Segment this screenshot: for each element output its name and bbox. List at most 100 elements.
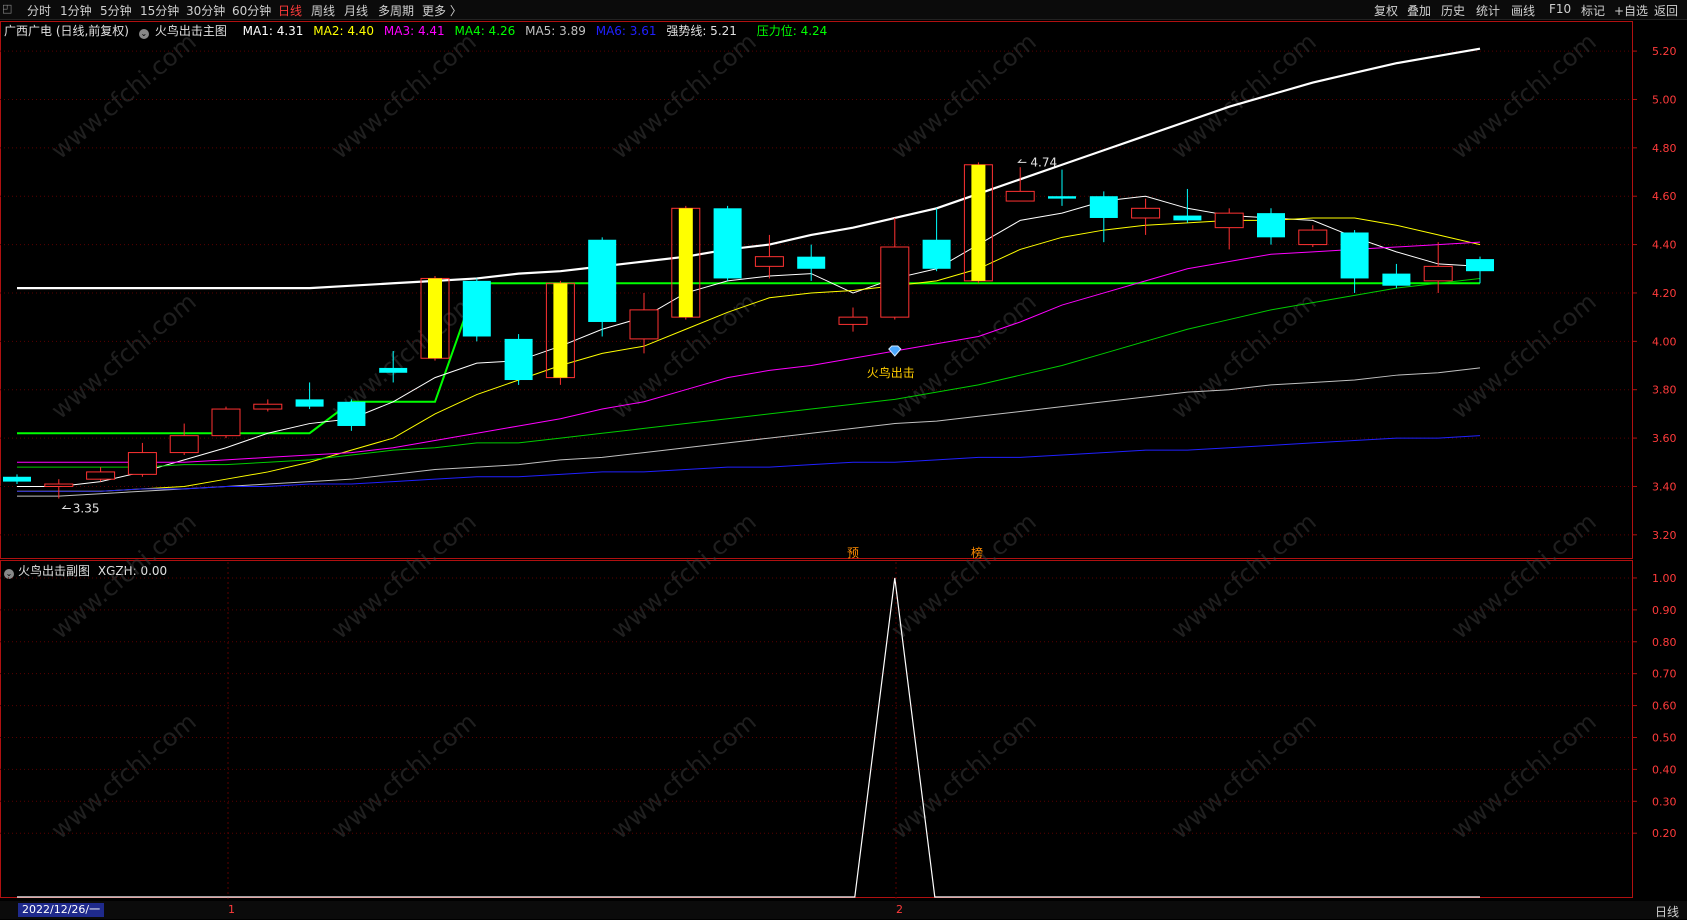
watermark-text: www.cfchi.com — [1166, 507, 1322, 644]
candle-body — [1048, 196, 1076, 199]
sub-tick-label: 0.70 — [1652, 668, 1677, 681]
watermark-text: www.cfchi.com — [606, 27, 762, 164]
candle-body — [295, 399, 324, 407]
candle-body — [127, 452, 157, 475]
candle-body — [253, 403, 283, 410]
candle-body — [1214, 212, 1244, 229]
candle-body — [462, 280, 491, 337]
candle-body — [971, 164, 986, 281]
candle — [1423, 242, 1453, 293]
watermark-text: www.cfchi.com — [46, 707, 202, 844]
watermark-text: www.cfchi.com — [1446, 507, 1602, 644]
candle — [1257, 208, 1285, 245]
candle-body — [713, 208, 742, 279]
price-tick-label: 4.00 — [1652, 335, 1677, 348]
watermark-text: www.cfchi.com — [1446, 287, 1602, 424]
forecast-marker[interactable]: 预 — [847, 546, 859, 560]
watermark-text: www.cfchi.com — [46, 27, 202, 164]
price-tick-label: 5.20 — [1652, 45, 1677, 58]
price-tick-label: 3.60 — [1652, 432, 1677, 445]
price-tick-label: 4.60 — [1652, 190, 1677, 203]
period-indicator: 日线 — [1654, 905, 1679, 919]
candle — [838, 307, 868, 332]
candle-body — [169, 435, 199, 454]
cursor-date: 2022/12/26/一 — [18, 903, 105, 917]
signal-label: 火鸟出击 — [867, 365, 915, 380]
watermark-text: www.cfchi.com — [1166, 707, 1322, 844]
watermark-text: www.cfchi.com — [1166, 287, 1322, 424]
kline-chart[interactable]: 5.20 5.00 4.80 4.60 4.40 4.20 4.00 3.80 3.60 3.40… — [0, 0, 1687, 919]
watermark-text: www.cfchi.com — [1166, 27, 1322, 164]
sub-tick-label: 0.20 — [1652, 827, 1677, 840]
candle — [211, 406, 241, 439]
candle — [337, 399, 366, 431]
high-price-label: 4.74 — [1030, 155, 1057, 169]
candle-body — [504, 338, 533, 381]
price-tick-label: 5.00 — [1652, 93, 1677, 106]
candle-body — [754, 256, 784, 267]
candle — [127, 442, 157, 477]
price-tick-label: 3.80 — [1652, 384, 1677, 397]
low-pointer — [61, 505, 71, 510]
candle-body — [797, 256, 826, 269]
low-price-label: 3.35 — [73, 502, 100, 516]
candle — [1089, 191, 1118, 243]
candle-body — [838, 316, 868, 325]
watermark-text: www.cfchi.com — [326, 707, 482, 844]
candle — [797, 244, 826, 281]
candle — [86, 467, 116, 482]
price-tick-label: 4.80 — [1652, 142, 1677, 155]
chart-grid — [0, 21, 1633, 901]
candle — [1382, 263, 1411, 289]
candle-body — [1298, 229, 1328, 246]
time-axis-bar: 2022/12/26/一 1 2 日线 — [0, 901, 1687, 919]
watermark-text: www.cfchi.com — [886, 27, 1042, 164]
sub-tick-label: 0.80 — [1652, 636, 1677, 649]
candle-body — [337, 401, 366, 426]
month-tick-1: 1 — [228, 903, 235, 916]
candle — [1048, 169, 1076, 206]
candle-body — [880, 246, 910, 318]
candle — [922, 208, 951, 272]
candle-body — [629, 309, 659, 340]
watermark-text: www.cfchi.com — [46, 507, 202, 644]
candle-body — [1423, 265, 1453, 282]
candle-body — [1089, 196, 1118, 218]
rank-marker[interactable]: 榜 — [971, 545, 983, 560]
candle-body — [428, 278, 442, 359]
candle-body — [1131, 207, 1161, 219]
price-axis: 5.20 5.00 4.80 4.60 4.40 4.20 4.00 3.80 3.60 3.40… — [1632, 45, 1677, 840]
candle — [1214, 208, 1244, 250]
candle — [295, 382, 324, 410]
candle — [963, 162, 993, 284]
candle-body — [1257, 213, 1285, 238]
price-tick-label: 4.20 — [1652, 287, 1677, 300]
candle-body — [588, 239, 617, 322]
candle — [462, 278, 491, 342]
indicator-lines — [17, 47, 1481, 510]
candle-body — [1005, 190, 1035, 202]
sub-tick-label: 0.90 — [1652, 604, 1677, 617]
candle — [504, 334, 533, 385]
candle — [169, 423, 199, 455]
candle — [1298, 225, 1328, 247]
candle-body — [86, 471, 116, 480]
candle — [671, 205, 701, 320]
high-pointer — [1017, 158, 1027, 163]
price-tick-label: 3.20 — [1652, 529, 1677, 542]
candle-body — [3, 476, 31, 482]
watermark-text: www.cfchi.com — [606, 507, 762, 644]
watermark-text: www.cfchi.com — [886, 707, 1042, 844]
candle-body — [1466, 259, 1494, 272]
month-tick-2: 2 — [896, 903, 903, 916]
candle-body — [678, 208, 693, 318]
candle — [629, 292, 659, 354]
candle-body — [379, 367, 408, 373]
watermark-text: www.cfchi.com — [1446, 27, 1602, 164]
candle-body — [211, 408, 241, 437]
candle-body — [1382, 273, 1411, 286]
sub-panel-frame — [0, 560, 1633, 898]
watermark-text: www.cfchi.com — [326, 507, 482, 644]
price-tick-label: 3.40 — [1652, 480, 1677, 493]
candle — [588, 237, 617, 337]
